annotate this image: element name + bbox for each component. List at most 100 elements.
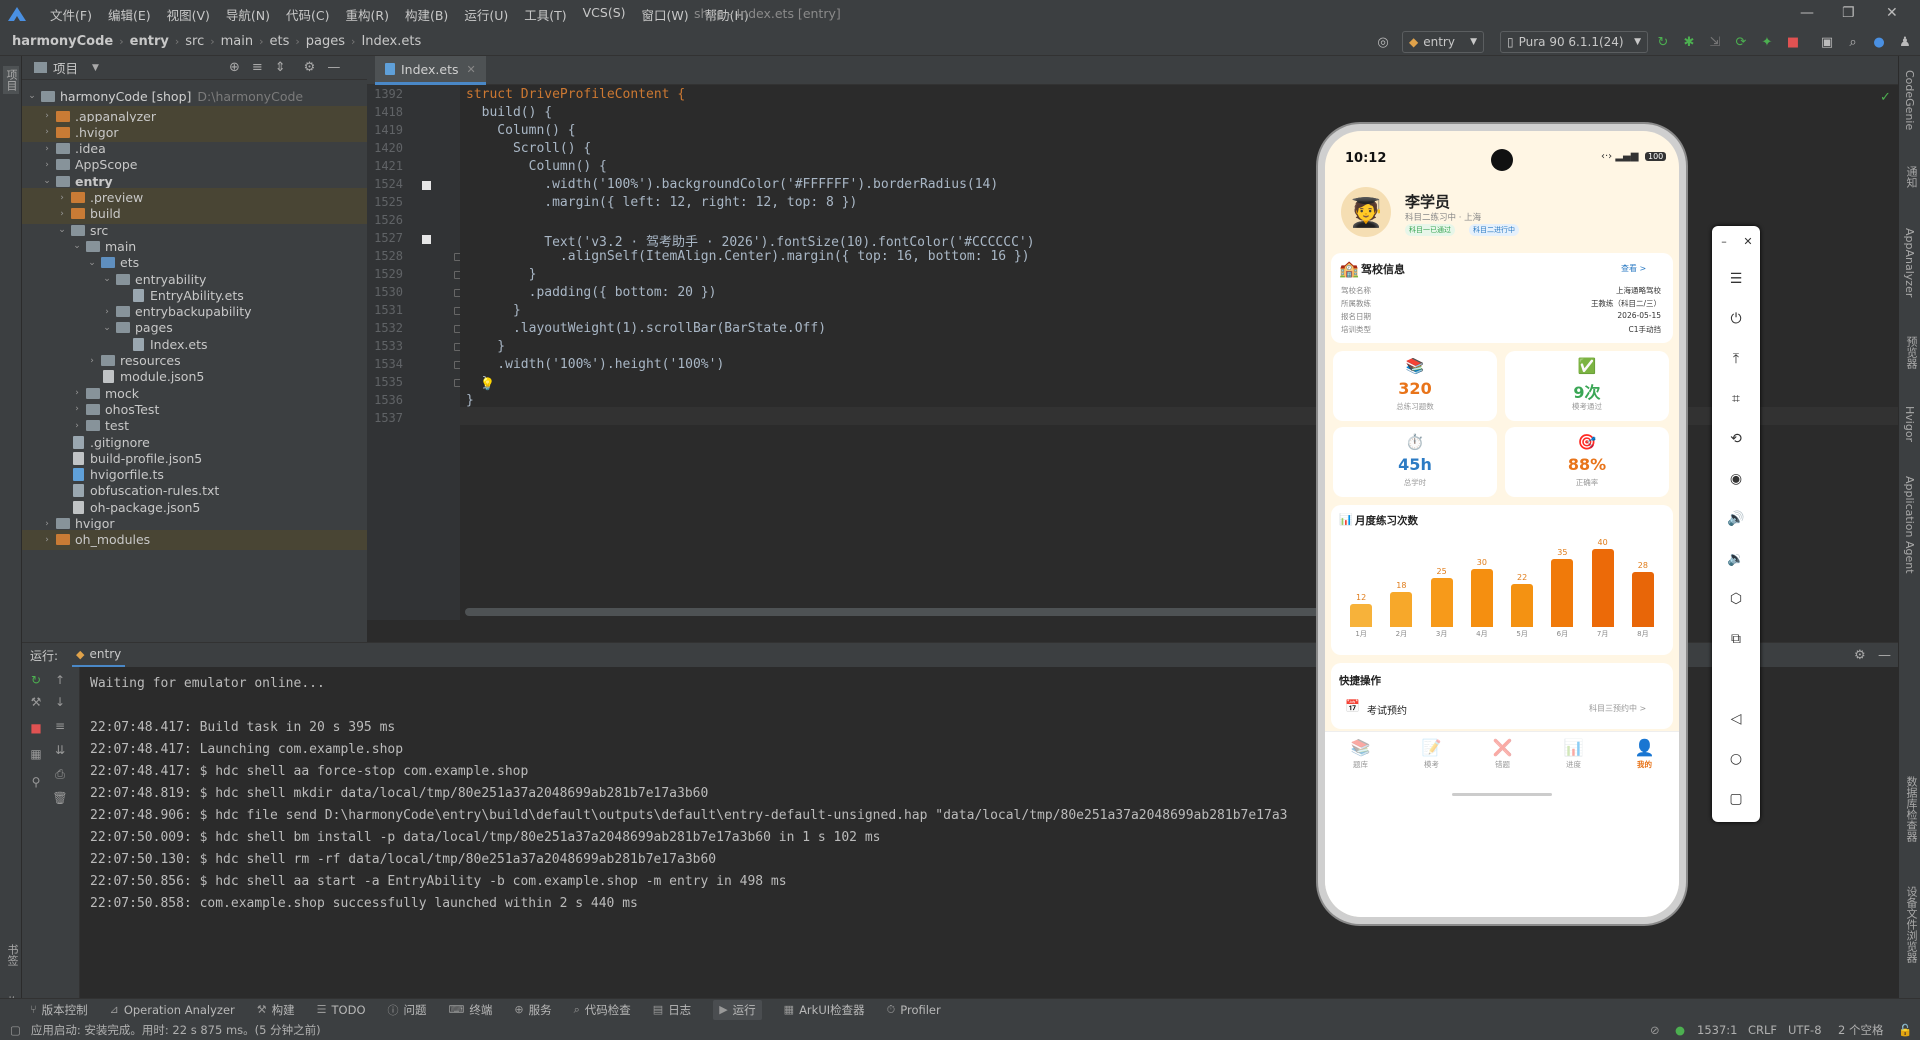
tool-hvigor[interactable]: Hvigor [1903,406,1916,442]
scroll-to-end-icon[interactable]: ⇊ [46,741,74,759]
editor-horizontal-scrollbar[interactable] [465,608,1325,616]
close-icon[interactable]: ✕ [1736,230,1760,252]
layout-toggle-icon[interactable]: ▢ [10,1023,21,1037]
console-line[interactable]: 22:07:50.009: $ hdc shell bm install -p … [90,827,1390,849]
phone-tab-进度[interactable]: 📊 进度 [1538,738,1609,786]
breadcrumb-item[interactable]: ets [270,34,290,49]
code-line[interactable]: } [466,303,521,318]
menu-item[interactable]: 窗口(W) [634,5,697,24]
target-icon[interactable]: ◎ [1374,33,1392,51]
volume-down-icon[interactable]: 🔉 [1712,548,1760,570]
debug-icon[interactable]: ✱ [1680,33,1698,51]
search-icon[interactable]: ⌕ [1844,33,1862,51]
menu-item[interactable]: 工具(T) [516,5,574,24]
home-indicator[interactable] [1452,793,1552,796]
menu-item[interactable]: 文件(F) [42,5,100,24]
stat-card[interactable]: ⏱️ 45h 总学时 [1333,427,1497,497]
console-line[interactable]: Waiting for emulator online... [90,673,1390,695]
status-message[interactable]: 应用启动: 安装完成。用时: 22 s 875 ms。(5 分钟之前) [31,1022,321,1038]
phone-tab-题库[interactable]: 📚 题库 [1325,738,1396,786]
run-config-select[interactable]: ◆ entry ▼ [1402,31,1484,53]
tree-root[interactable]: ⌄ harmonyCode [shop] D:\harmonyCode [22,86,367,106]
bottom-tab[interactable]: ⌕ 代码检查 [574,1002,631,1018]
breadcrumb-item[interactable]: Index.ets [361,34,421,49]
breadcrumb-item[interactable]: main [221,34,253,49]
breadcrumb-item[interactable]: entry [130,34,169,49]
chevron-down-icon[interactable]: ▼ [92,63,99,73]
code-line[interactable]: struct DriveProfileContent { [466,87,685,102]
code-line[interactable]: .padding({ bottom: 20 }) [466,285,717,300]
code-line[interactable]: Column() { [466,159,607,174]
profile-icon[interactable]: ✦ [1758,33,1776,51]
breadcrumb-item[interactable]: src [185,34,204,49]
color-swatch-icon[interactable] [422,181,431,190]
menu-item[interactable]: 导航(N) [218,5,278,24]
apply-changes-icon[interactable]: ⟳ [1732,33,1750,51]
tree-item[interactable]: › oh_modules [22,529,367,550]
code-line[interactable]: } [466,267,537,282]
code-line[interactable]: .width('100%').height('100%') [466,357,724,372]
bottom-tab[interactable]: ⌨ 终端 [449,1002,493,1018]
console-line[interactable]: 22:07:48.819: $ hdc shell mkdir data/loc… [90,783,1390,805]
bottom-tab[interactable]: ⊕ 服务 [514,1002,551,1018]
menu-item[interactable]: 重构(R) [338,5,397,24]
file-encoding[interactable]: UTF-8 [1788,1023,1822,1037]
line-separator[interactable]: CRLF [1748,1023,1777,1037]
caret-position[interactable]: 1537:1 [1697,1023,1737,1037]
menu-item[interactable]: 视图(V) [159,5,218,24]
bottom-tab[interactable]: ⑂ 版本控制 [30,1002,88,1018]
close-icon[interactable]: ✕ [1886,5,1898,21]
maximize-icon[interactable]: ❐ [1842,5,1855,21]
tool-codegenie[interactable]: CodeGenie [1903,70,1916,130]
device-manager-icon[interactable]: ▣ [1818,33,1836,51]
console-line[interactable] [90,695,1390,717]
gear-icon[interactable]: ⚙ [1854,648,1866,663]
multi-device-icon[interactable]: ⧉ [1712,628,1760,650]
console-line[interactable]: 22:07:48.417: $ hdc shell aa force-stop … [90,761,1390,783]
run-tab-entry[interactable]: ◆ entry [72,643,126,667]
tool-device-file-browser[interactable]: 设备文件浏览器 [1903,886,1919,963]
hide-icon[interactable]: — [327,60,340,75]
console-line[interactable]: 22:07:48.906: $ hdc file send D:\harmony… [90,805,1390,827]
console-line[interactable]: 22:07:48.417: Build task in 20 s 395 ms [90,717,1390,739]
bottom-tab[interactable]: ⓘ 问题 [388,1002,427,1018]
bottom-tab[interactable]: ▤ 日志 [653,1002,691,1018]
hide-icon[interactable]: — [1878,648,1891,663]
power-icon[interactable]: ⏻ [1712,308,1760,330]
up-arrow-icon[interactable]: ↑ [46,671,74,689]
bottom-tab[interactable]: ☰ TODO [317,1003,366,1017]
profile-card[interactable]: 🧑‍🎓 李学员 科目二练习中 · 上海 科目一已通过 科目二进行中 [1333,181,1671,245]
bottom-tab[interactable]: ⚒ 构建 [257,1002,295,1018]
console-line[interactable]: 22:07:50.858: com.example.shop successfu… [90,893,1390,915]
lightbulb-icon[interactable]: 💡 [480,377,495,391]
lock-icon[interactable]: 🔓 [1898,1023,1912,1037]
code-line[interactable]: .alignSelf(ItemAlign.Center).margin({ to… [466,249,1030,264]
bottom-tab[interactable]: ⊿ Operation Analyzer [110,1003,235,1017]
console-line[interactable]: 22:07:50.856: $ hdc shell aa start -a En… [90,871,1390,893]
stop-icon[interactable]: ■ [1784,33,1802,51]
code-line[interactable]: Text('v3.2 · 驾考助手 · 2026').fontSize(10).… [466,231,1034,250]
code-line[interactable]: Column() { [466,123,575,138]
menu-item[interactable]: 编辑(E) [100,5,159,24]
phone-tab-模考[interactable]: 📝 模考 [1396,738,1467,786]
code-line[interactable]: build() { [466,105,552,120]
menu-item[interactable]: 运行(U) [456,5,516,24]
minimize-icon[interactable]: — [1800,5,1814,21]
menu-item[interactable]: 构建(B) [397,5,456,24]
code-line[interactable]: } [466,393,474,408]
exam-booking-row[interactable]: 📅 考试预约 科目三预约中 > [1339,699,1665,721]
trash-icon[interactable]: 🗑 [46,789,74,807]
phone-tab-我的[interactable]: 👤 我的 [1609,738,1679,786]
tool-bookmarks[interactable]: 书签 [4,944,20,966]
console-output[interactable]: Waiting for emulator online... 22:07:48.4… [90,673,1390,915]
minimize-icon[interactable]: – [1712,230,1736,252]
tool-database-inspector[interactable]: 数据库检查器 [1903,776,1919,842]
down-arrow-icon[interactable]: ↓ [46,693,74,711]
collapse-all-icon[interactable]: ⇕ [275,60,286,75]
code-line[interactable]: .layoutWeight(1).scrollBar(BarState.Off) [466,321,826,336]
device-select[interactable]: ▯ Pura 90 6.1.1(24) ▼ [1500,31,1648,53]
upload-icon[interactable]: ⤒ [1712,348,1760,370]
indent-setting[interactable]: 2 个空格 [1838,1022,1883,1038]
stat-card[interactable]: ✅ 9次 模考通过 [1505,351,1669,421]
locate-icon[interactable]: ⊕ [229,60,240,75]
